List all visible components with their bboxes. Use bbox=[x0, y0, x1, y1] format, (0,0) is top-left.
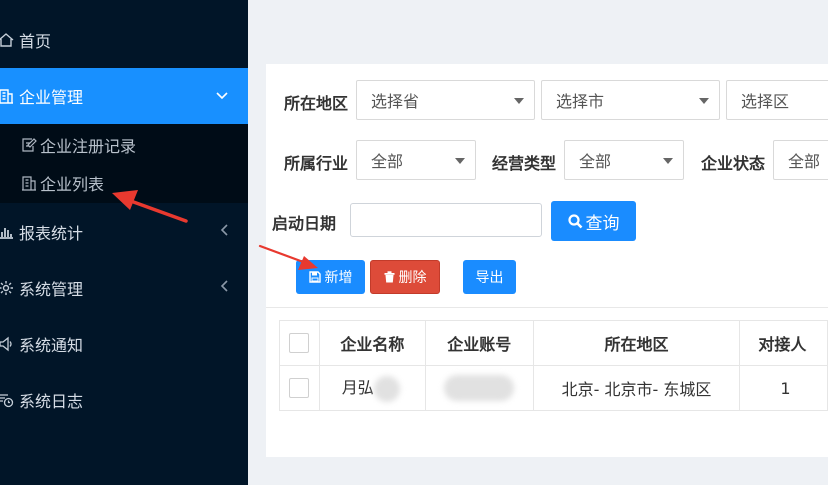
status-select-value: 全部 bbox=[788, 152, 821, 171]
redaction-blur bbox=[444, 375, 515, 401]
sidebar-item-label: 企业管理 bbox=[19, 88, 84, 107]
sidebar-item-home[interactable]: 首页 bbox=[0, 22, 248, 58]
province-select-value: 选择省 bbox=[371, 92, 420, 111]
sidebar-item-system-management[interactable]: 系统管理 bbox=[0, 270, 248, 306]
industry-select-value: 全部 bbox=[371, 152, 404, 171]
caret-down-icon bbox=[663, 158, 673, 164]
building-list-icon bbox=[20, 174, 38, 192]
sidebar-item-label: 系统日志 bbox=[19, 392, 84, 411]
column-header-account[interactable]: 企业账号 bbox=[424, 320, 534, 366]
sidebar-item-enterprise[interactable]: 企业管理 bbox=[0, 68, 248, 124]
status-label: 企业状态 bbox=[701, 154, 766, 173]
city-select[interactable]: 选择市 bbox=[541, 80, 720, 120]
clock-log-icon bbox=[0, 391, 15, 409]
speaker-icon bbox=[0, 335, 15, 353]
save-icon bbox=[308, 271, 321, 283]
add-button-label: 新增 bbox=[324, 270, 353, 286]
sidebar-item-reports[interactable]: 报表统计 bbox=[0, 214, 248, 250]
enterprise-account-cell bbox=[424, 365, 534, 411]
status-select[interactable]: 全部 bbox=[773, 140, 828, 180]
industry-select[interactable]: 全部 bbox=[356, 140, 476, 180]
row-checkbox[interactable] bbox=[289, 378, 310, 399]
sidebar-subitem-label: 企业列表 bbox=[40, 175, 105, 194]
contact-cell: 1 bbox=[739, 365, 828, 411]
select-all-cell bbox=[279, 320, 320, 366]
enterprise-name-cell: 月弘 bbox=[318, 365, 426, 411]
query-button-label: 查询 bbox=[585, 213, 620, 234]
enterprise-submenu: 企业注册记录 企业列表 bbox=[0, 124, 248, 203]
sidebar: 首页 企业管理 企业注册记录 企业列表 报表统计 系统管理 系统通知 系统日志 bbox=[0, 0, 248, 485]
sidebar-item-label: 报表统计 bbox=[19, 224, 84, 243]
sidebar-item-label: 首页 bbox=[19, 32, 52, 51]
business-type-select[interactable]: 全部 bbox=[564, 140, 684, 180]
search-icon bbox=[567, 213, 583, 229]
table-header-row: 企业名称 企业账号 所在地区 对接人 bbox=[279, 320, 828, 366]
home-icon bbox=[0, 31, 15, 49]
business-type-select-value: 全部 bbox=[579, 152, 612, 171]
start-date-input[interactable] bbox=[350, 203, 542, 237]
gear-icon bbox=[0, 279, 15, 297]
trash-icon bbox=[384, 271, 395, 283]
chevron-left-icon bbox=[220, 280, 228, 296]
select-all-checkbox[interactable] bbox=[289, 333, 310, 354]
export-button-label: 导出 bbox=[475, 270, 504, 286]
chevron-down-icon bbox=[216, 88, 228, 104]
row-select-cell bbox=[279, 365, 320, 411]
sidebar-subitem-registration-records[interactable]: 企业注册记录 bbox=[20, 134, 136, 156]
column-header-name[interactable]: 企业名称 bbox=[318, 320, 426, 366]
sidebar-subitem-enterprise-list[interactable]: 企业列表 bbox=[20, 172, 104, 194]
enterprise-table: 企业名称 企业账号 所在地区 对接人 月弘 北京- 北京市- 东城区 1 bbox=[279, 320, 828, 411]
caret-down-icon bbox=[514, 98, 524, 104]
caret-down-icon bbox=[699, 98, 709, 104]
bar-chart-icon bbox=[0, 223, 15, 241]
building-icon bbox=[0, 87, 15, 105]
enterprise-name: 月弘 bbox=[341, 378, 374, 398]
region-cell: 北京- 北京市- 东城区 bbox=[532, 365, 741, 411]
sidebar-item-logs[interactable]: 系统日志 bbox=[0, 382, 248, 418]
sidebar-item-label: 系统管理 bbox=[19, 280, 84, 299]
redaction-blur bbox=[373, 375, 400, 402]
business-type-label: 经营类型 bbox=[492, 154, 557, 173]
region-label: 所在地区 bbox=[284, 94, 349, 113]
column-header-region[interactable]: 所在地区 bbox=[532, 320, 741, 366]
start-date-label: 启动日期 bbox=[272, 214, 337, 233]
column-header-contact[interactable]: 对接人 bbox=[739, 320, 828, 366]
export-button[interactable]: 导出 bbox=[463, 260, 516, 294]
industry-label: 所属行业 bbox=[284, 154, 349, 173]
delete-button-label: 删除 bbox=[398, 270, 427, 286]
divider bbox=[266, 307, 828, 308]
delete-button[interactable]: 删除 bbox=[370, 260, 440, 294]
sidebar-item-label: 系统通知 bbox=[19, 336, 84, 355]
add-button[interactable]: 新增 bbox=[296, 260, 365, 294]
district-select-value: 选择区 bbox=[741, 92, 790, 111]
sidebar-item-notifications[interactable]: 系统通知 bbox=[0, 326, 248, 362]
province-select[interactable]: 选择省 bbox=[356, 80, 535, 120]
sidebar-subitem-label: 企业注册记录 bbox=[40, 137, 137, 156]
caret-down-icon bbox=[455, 158, 465, 164]
query-button[interactable]: 查询 bbox=[551, 201, 636, 241]
table-row[interactable]: 月弘 北京- 北京市- 东城区 1 bbox=[279, 365, 828, 411]
chevron-left-icon bbox=[220, 224, 228, 240]
city-select-value: 选择市 bbox=[556, 92, 605, 111]
district-select[interactable]: 选择区 bbox=[726, 80, 828, 120]
edit-doc-icon bbox=[20, 136, 38, 154]
